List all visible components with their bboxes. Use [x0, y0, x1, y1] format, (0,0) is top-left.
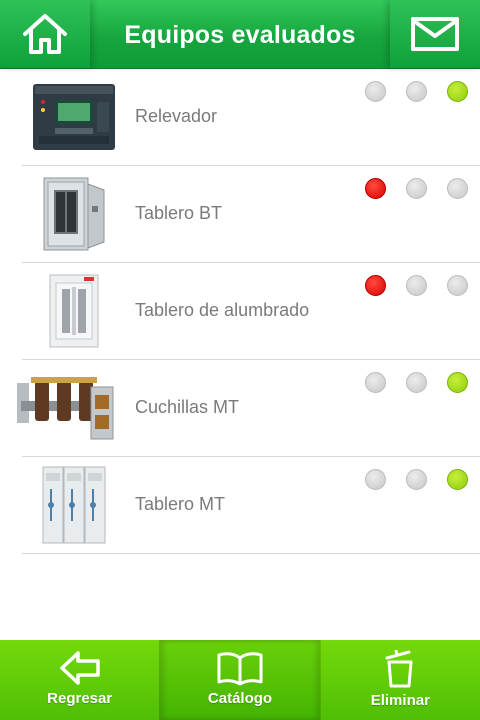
header-bar: Equipos evaluados	[0, 0, 480, 69]
item-name: Tablero de alumbrado	[135, 300, 310, 320]
status-dot-green	[447, 372, 468, 393]
status-dot-gray	[447, 178, 468, 199]
home-icon	[23, 14, 67, 54]
status-dot-gray	[406, 178, 427, 199]
back-arrow-icon	[59, 651, 100, 685]
status-indicators	[365, 372, 468, 393]
open-book-icon	[217, 652, 263, 686]
back-button[interactable]: Regresar	[0, 640, 159, 720]
item-name: Tablero BT	[135, 203, 223, 223]
status-dot-gray	[406, 469, 427, 490]
catalog-label: Catálogo	[207, 690, 273, 707]
status-dot-gray	[365, 372, 386, 393]
status-dot-gray	[406, 372, 427, 393]
status-dot-gray	[365, 81, 386, 102]
lighting-panel-image	[22, 271, 126, 351]
status-dot-gray	[365, 469, 386, 490]
list-item[interactable]: Tablero MT	[22, 457, 480, 554]
status-dot-red	[365, 275, 386, 296]
delete-button[interactable]: Eliminar	[319, 640, 480, 720]
bottom-toolbar: Regresar Catálogo Eliminar	[0, 640, 480, 720]
status-indicators	[365, 469, 468, 490]
list-item[interactable]: Tablero BT	[22, 166, 480, 263]
mail-button[interactable]	[390, 0, 480, 68]
equipment-list: Relevador Tablero BT Tablero de alumbrad…	[0, 69, 480, 554]
mail-icon	[411, 17, 459, 51]
status-dot-gray	[406, 275, 427, 296]
back-label: Regresar	[47, 690, 113, 707]
status-indicators	[365, 81, 468, 102]
item-name: Cuchillas MT	[135, 397, 240, 417]
status-dot-green	[447, 81, 468, 102]
item-name: Tablero MT	[135, 494, 226, 514]
status-indicators	[365, 275, 468, 296]
trash-icon	[385, 650, 413, 688]
page-title: Equipos evaluados	[124, 21, 356, 49]
low-voltage-panel-image	[22, 174, 126, 254]
status-dot-green	[447, 469, 468, 490]
delete-label: Eliminar	[370, 692, 430, 709]
relay-device-image	[22, 77, 126, 157]
catalog-button[interactable]: Catálogo	[159, 640, 320, 720]
status-dot-gray	[447, 275, 468, 296]
mv-switchgear-image	[22, 465, 126, 545]
list-item[interactable]: Relevador	[22, 69, 480, 166]
status-dot-red	[365, 178, 386, 199]
list-item[interactable]: Tablero de alumbrado	[22, 263, 480, 360]
status-dot-gray	[406, 81, 427, 102]
home-button[interactable]	[0, 0, 90, 68]
mv-disconnect-switch-image	[14, 368, 118, 448]
item-name: Relevador	[135, 106, 218, 126]
status-indicators	[365, 178, 468, 199]
list-item[interactable]: Cuchillas MT	[17, 360, 480, 457]
